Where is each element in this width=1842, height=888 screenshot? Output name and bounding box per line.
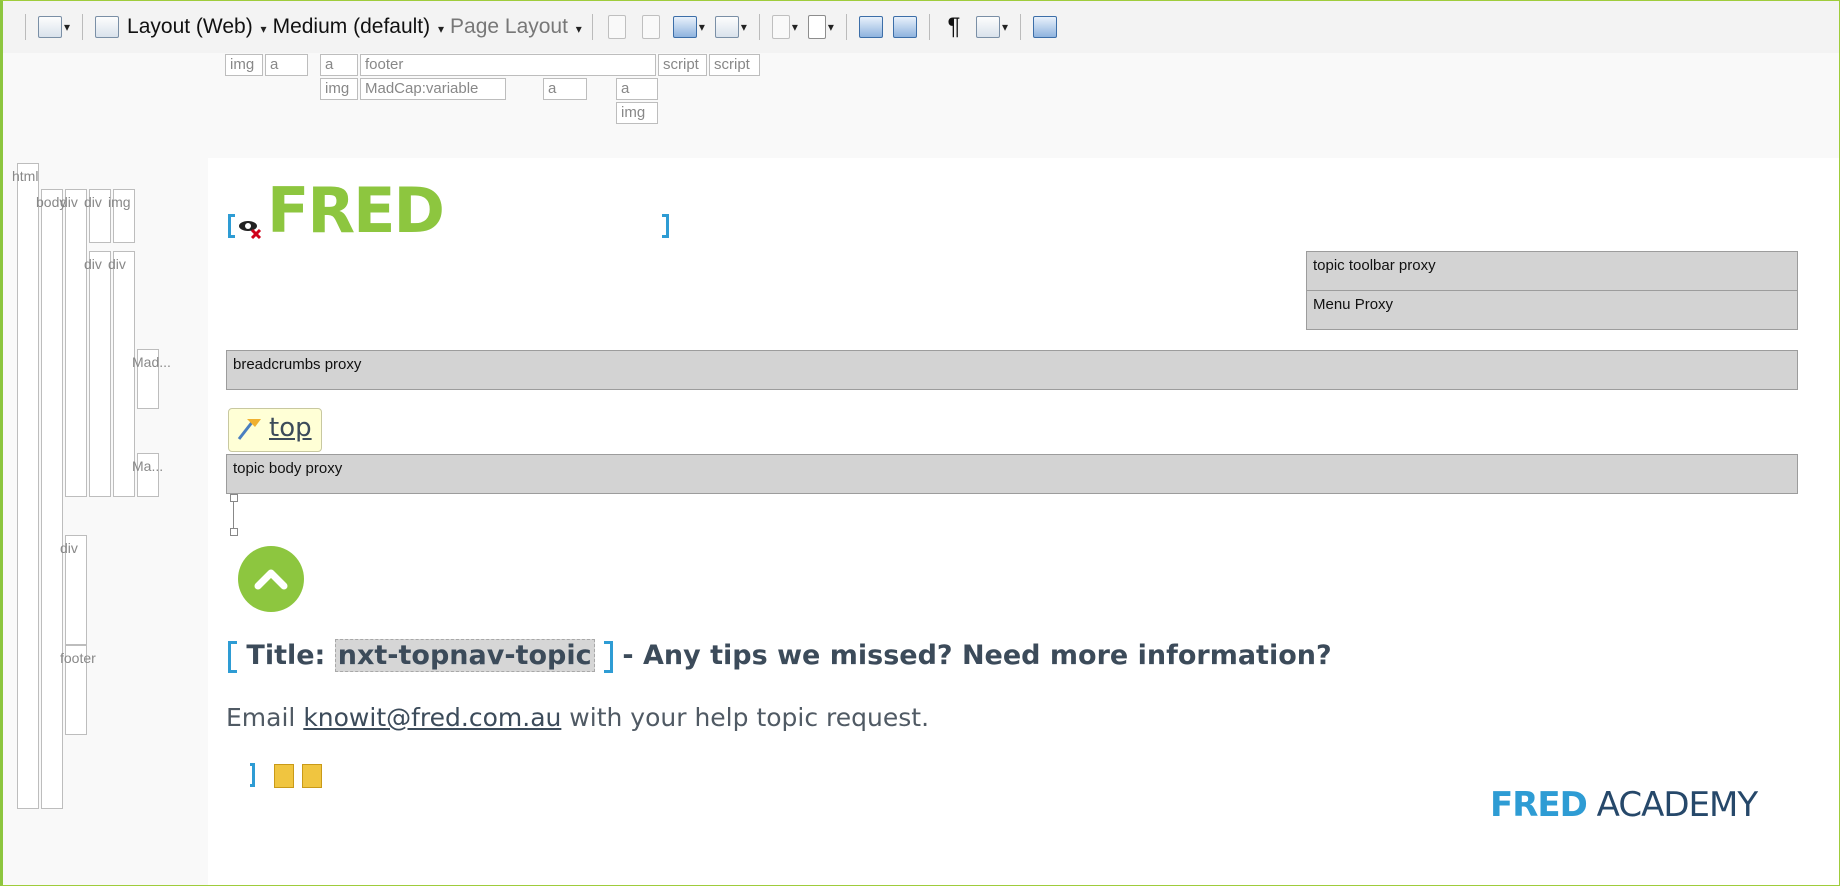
tag-script[interactable]: script [709,54,760,76]
tag-a[interactable]: a [265,54,308,76]
tag-a[interactable]: a [616,78,658,100]
markers-button[interactable]: ▾ [770,12,800,42]
resize-handle-bottom[interactable] [230,528,238,536]
page-layout-dropdown[interactable]: Page Layout ▾ [450,15,582,39]
fred-logo: FRED [267,174,445,247]
editor-toolbar: ▾ Layout (Web) ▾ Medium (default) ▾ Page… [3,1,1839,53]
text-format-button[interactable]: ▾ [806,12,836,42]
heading-bracket-right [603,640,613,673]
editor-frame: ▾ Layout (Web) ▾ Medium (default) ▾ Page… [0,0,1840,886]
top-link-text[interactable]: top [269,413,312,443]
magnifier-icon [38,16,62,38]
eye-icon [975,16,1000,38]
tag-img[interactable]: img [108,189,135,243]
tag-img[interactable]: img [225,54,263,76]
tag-footer[interactable]: footer [60,645,96,735]
insert-icon [1032,16,1057,38]
conditions-icon [714,16,739,38]
tag-div[interactable]: div [60,189,87,497]
tag-img[interactable]: img [320,78,358,100]
toolbar-separator [758,14,760,40]
toolbar-separator [591,14,593,40]
email-link[interactable]: knowit@fred.com.au [303,703,561,732]
menu-proxy[interactable]: Menu Proxy [1306,290,1798,330]
markers-icon [771,15,790,39]
tag-div[interactable]: div [60,535,87,645]
script-icon[interactable] [302,764,322,788]
tag-madcap-variable[interactable]: MadCap:variable [360,78,506,100]
script-icon[interactable] [274,764,294,788]
fred-academy-logo: FRED ACADEMY [1490,785,1758,825]
show-variables-button[interactable] [857,12,885,42]
tag-madcap[interactable]: Ma... [132,453,163,497]
show-snippets-button[interactable] [891,12,919,42]
variable-icon [858,16,883,38]
text-format-icon [807,15,826,39]
tag-img[interactable]: img [616,102,658,124]
toolbar-separator [845,14,847,40]
anchor-bracket-right [662,214,669,238]
email-paragraph[interactable]: Email knowit@fred.com.au with your help … [226,703,929,732]
tag-html[interactable]: html [12,163,39,809]
breadcrumbs-proxy[interactable]: breadcrumbs proxy [226,350,1798,390]
tag-a[interactable]: a [320,54,358,76]
insert-button[interactable] [1031,12,1059,42]
preview-button[interactable]: ▾ [36,12,72,42]
toolbar-separator [1019,14,1021,40]
conditions-button[interactable]: ▾ [713,12,749,42]
tag-body[interactable]: body [36,189,66,809]
toolbar-separator [82,14,84,40]
changes-icon [641,15,660,39]
style-brush-icon [95,16,120,38]
heading-bracket-left [228,640,237,673]
tag-div[interactable]: div [84,251,111,497]
resize-handle-top[interactable] [230,494,238,502]
medium-dropdown[interactable]: Medium (default) ▾ [273,15,444,39]
tag-a[interactable]: a [543,78,587,100]
style-picker-button[interactable] [93,12,121,42]
bookmark-anchor-icon [237,419,261,440]
structure-bar-left: html body div div img div div Mad... Ma.… [3,53,208,885]
footer-bracket [250,763,255,787]
toolbar-separator [25,14,26,40]
top-anchor-link[interactable]: top [228,408,322,452]
layout-dropdown[interactable]: Layout (Web) ▾ [127,15,267,39]
show-frames-button[interactable]: ▾ [671,12,707,42]
tags-icon [607,15,626,39]
tag-footer[interactable]: footer [360,54,656,76]
hidden-eye-icon [239,221,262,240]
structure-bar-top: img a a footer script script img MadCap:… [208,53,1839,158]
topic-toolbar-proxy[interactable]: topic toolbar proxy [1306,251,1798,291]
preview-mode-button[interactable]: ▾ [974,12,1010,42]
anchor-bracket-left [228,214,235,238]
frames-icon [672,16,697,38]
title-heading[interactable]: Title: nxt-topnav-topic - Any tips we mi… [228,639,1332,673]
tag-script[interactable]: script [658,54,707,76]
resize-handle-line[interactable] [233,497,234,531]
toolbar-separator [928,14,930,40]
tag-madcap[interactable]: Mad... [132,349,171,409]
back-to-top-button[interactable] [238,546,304,612]
topic-title-variable[interactable]: nxt-topnav-topic [334,639,595,672]
chevron-up-icon [254,569,288,590]
editor-content[interactable]: FRED topic toolbar proxy Menu Proxy brea… [208,158,1839,885]
show-tags-button[interactable] [603,12,631,42]
show-marks-button[interactable]: ¶ [940,12,968,42]
topic-body-proxy[interactable]: topic body proxy [226,454,1798,494]
show-changes-button[interactable] [637,12,665,42]
snippet-icon [892,16,917,38]
